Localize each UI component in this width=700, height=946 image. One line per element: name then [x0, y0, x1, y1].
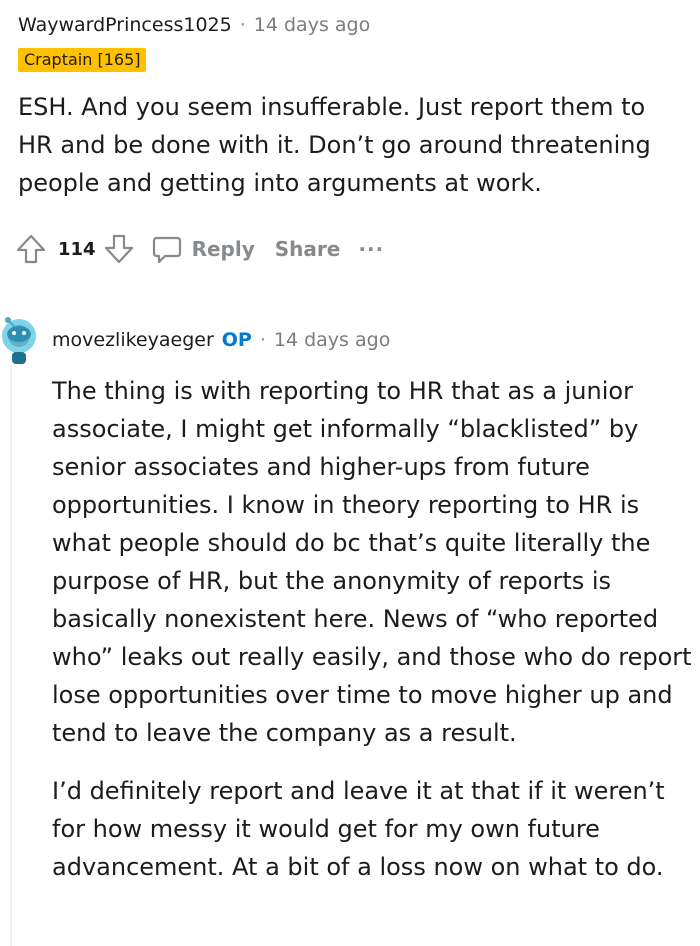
share-button[interactable]: Share	[275, 237, 341, 261]
comment-paragraph: I’d definitely report and leave it at th…	[52, 777, 665, 881]
comment-body: ESH. And you seem insufferable. Just rep…	[18, 93, 651, 197]
comment-timestamp[interactable]: 14 days ago	[254, 14, 370, 36]
comment-actions: 114 Reply Share ···	[14, 230, 384, 268]
downvote-icon[interactable]	[102, 232, 136, 266]
comment-meta: WaywardPrincess1025 · 14 days ago	[18, 10, 688, 40]
avatar[interactable]	[0, 314, 38, 366]
comment-username[interactable]: WaywardPrincess1025	[18, 14, 232, 36]
comment-waywardprincess: WaywardPrincess1025 · 14 days ago Crapta…	[18, 10, 688, 202]
thread-line[interactable]	[10, 366, 12, 946]
comment-body: The thing is with reporting to HR that a…	[52, 372, 692, 886]
op-badge: OP	[221, 329, 252, 351]
user-flair: Craptain [165]	[18, 48, 147, 72]
vote-score: 114	[58, 238, 96, 260]
meta-separator: ·	[259, 329, 266, 351]
upvote-icon[interactable]	[14, 232, 48, 266]
avatar-snoo-icon	[2, 317, 36, 364]
reply-icon[interactable]	[150, 232, 184, 266]
meta-separator: ·	[239, 14, 246, 36]
comment-meta: movezlikeyaeger OP · 14 days ago	[52, 324, 390, 356]
comment-username[interactable]: movezlikeyaeger	[52, 329, 214, 351]
comment-timestamp[interactable]: 14 days ago	[274, 329, 390, 351]
more-options-button[interactable]: ···	[358, 237, 384, 261]
reply-button[interactable]: Reply	[192, 237, 255, 261]
comment-paragraph: The thing is with reporting to HR that a…	[52, 377, 692, 747]
